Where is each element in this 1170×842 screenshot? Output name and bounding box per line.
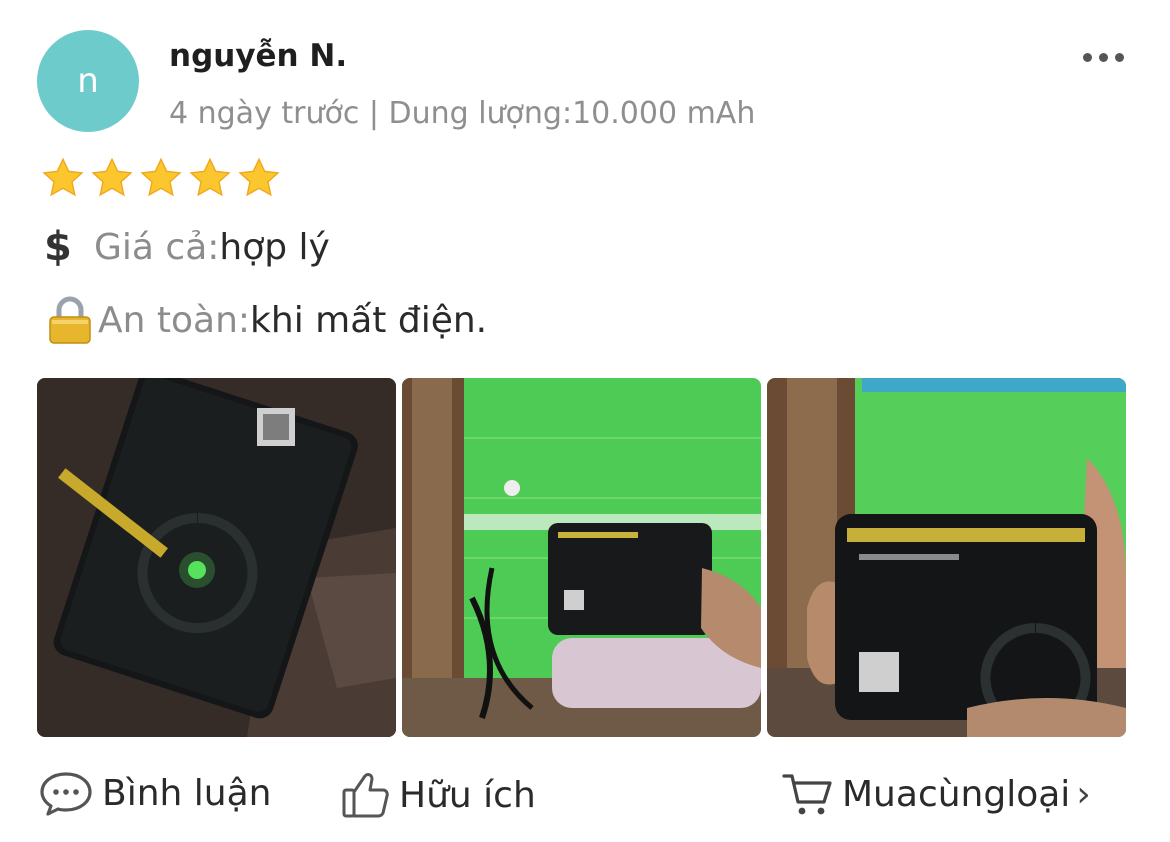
more-dot [1098,52,1108,62]
review-photo-2[interactable] [402,378,761,737]
shopping-cart-icon [782,774,832,815]
review-actions: Bình luận Hữu ích Muacùngloại › [0,770,1170,826]
star-rating [40,156,282,200]
attribute-price: $ Giá cả: hợp lý [44,224,330,270]
review-meta: 4 ngày trước | Dung lượng:10.000 mAh [169,96,756,131]
dollar-icon: $ [44,224,72,270]
reviewer-name: nguyễn N. [169,38,348,74]
buy-similar-label: Muacùngloại [842,773,1071,815]
safety-value: khi mất điện. [250,299,488,341]
star-icon [238,157,280,197]
review-photo-3[interactable] [767,378,1126,737]
more-dot [1082,52,1092,62]
thumbs-up-icon [342,773,389,818]
chevron-right-icon: › [1076,773,1091,815]
star-icon [91,157,133,197]
star-icon [189,157,231,197]
buy-similar-button[interactable]: Muacùngloại › [782,770,1091,818]
star-icon [42,157,84,197]
avatar-initial: n [77,61,99,101]
attribute-safety: An toàn: khi mất điện. [44,296,487,344]
helpful-button[interactable]: Hữu ích [341,770,536,820]
price-label: Giá cả: [94,226,220,268]
review-photos [37,378,1126,737]
lock-icon [49,296,91,344]
avatar[interactable]: n [37,30,139,132]
helpful-label: Hữu ích [399,774,536,816]
star-icon [140,157,182,197]
safety-label: An toàn: [98,299,251,341]
more-options-icon[interactable] [1080,44,1126,70]
more-dot [1114,52,1124,62]
review-photo-1[interactable] [37,378,396,737]
chat-bubble-icon [40,772,92,816]
comment-label: Bình luận [102,772,272,814]
price-value: hợp lý [219,226,330,268]
comment-button[interactable]: Bình luận [38,770,271,816]
